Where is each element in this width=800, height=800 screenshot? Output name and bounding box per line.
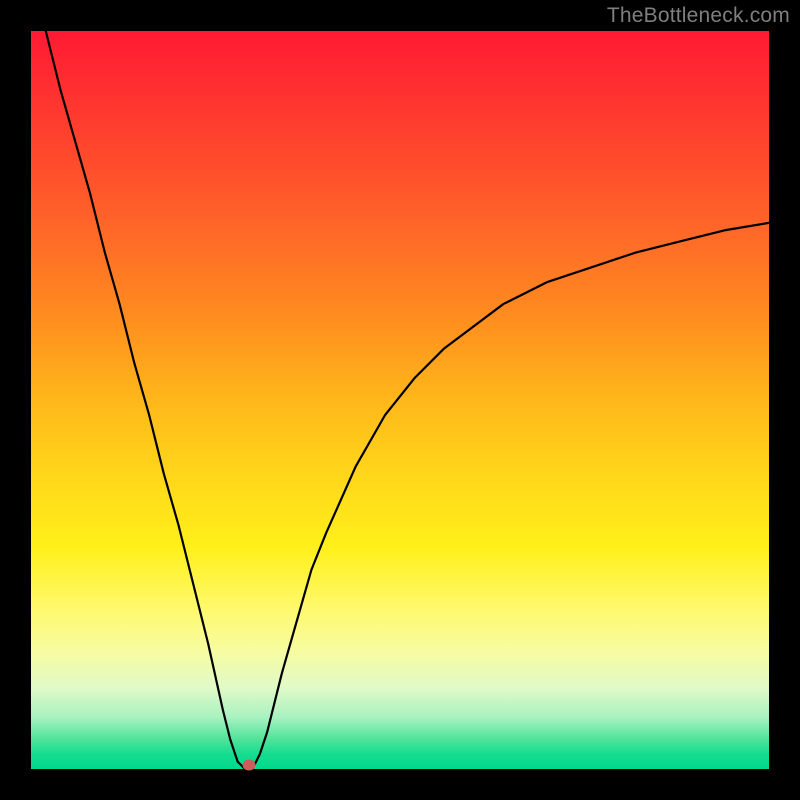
min-point-marker [242,760,255,771]
curve-layer [31,31,769,769]
plot-area [31,31,769,769]
chart-frame: TheBottleneck.com [0,0,800,800]
bottleneck-curve [46,31,769,769]
watermark-text: TheBottleneck.com [607,4,790,28]
